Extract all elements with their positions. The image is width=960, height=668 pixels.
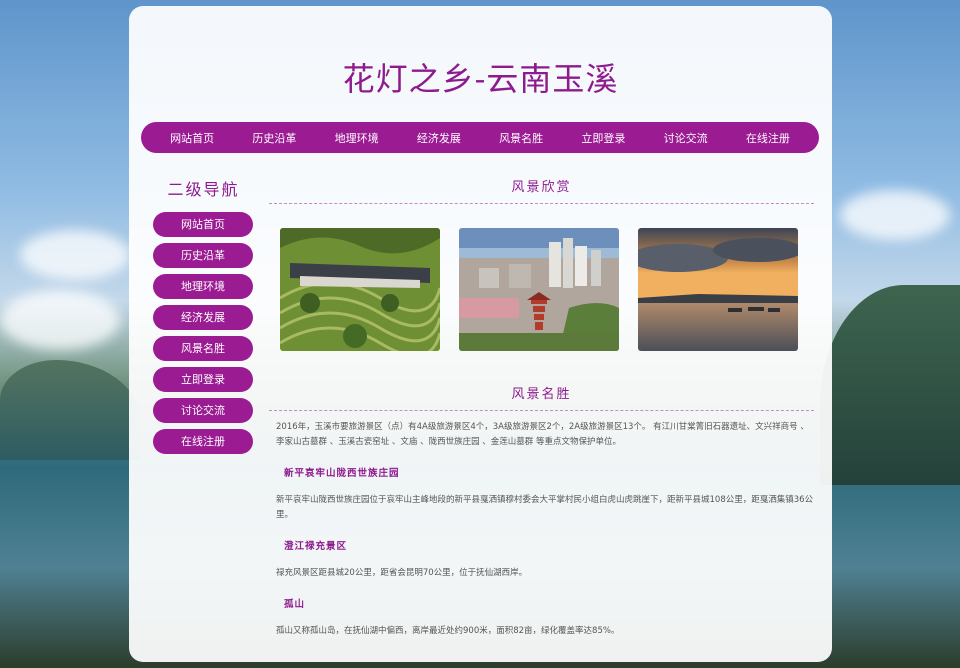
sidebar-item-scenery[interactable]: 风景名胜 [153,336,253,361]
nav-geography[interactable]: 地理环境 [335,130,379,146]
nav-discussion[interactable]: 讨论交流 [664,130,708,146]
main-panel: 花灯之乡-云南玉溪 网站首页 历史沿革 地理环境 经济发展 风景名胜 立即登录 … [129,6,832,662]
nav-login[interactable]: 立即登录 [581,130,625,146]
spot-title: 孤山 [284,599,306,610]
spot-desc: 孤山又称孤山岛，在抚仙湖中偏西，离岸最近处约900米，面积82亩，绿化覆盖率达8… [276,626,620,636]
background-cloud [20,230,130,280]
background-cloud [840,190,950,240]
background-mountain [820,285,960,485]
scenic-content: 2016年，玉溪市要旅游景区（点）有4A级旅游景区4个，3A级旅游景区2个，2A… [276,420,816,655]
sidebar-item-login[interactable]: 立即登录 [153,367,253,392]
sidebar-nav: 网站首页 历史沿革 地理环境 经济发展 风景名胜 立即登录 讨论交流 在线注册 [153,212,253,460]
site-title: 花灯之乡-云南玉溪 [342,60,619,98]
sidebar-item-discussion[interactable]: 讨论交流 [153,398,253,423]
scenic-intro: 2016年，玉溪市要旅游景区（点）有4A级旅游景区4个，3A级旅游景区2个，2A… [276,422,809,447]
nav-economy[interactable]: 经济发展 [417,130,461,146]
sidebar-item-economy[interactable]: 经济发展 [153,305,253,330]
sidebar-item-home[interactable]: 网站首页 [153,212,253,237]
sidebar-title: 二级导航 [167,180,240,199]
sidebar-item-register[interactable]: 在线注册 [153,429,253,454]
nav-history[interactable]: 历史沿革 [252,130,296,146]
tea-terrace-photo[interactable] [280,228,440,351]
background-cloud [0,290,120,350]
city-pagoda-photo[interactable] [459,228,619,351]
sidebar-item-geography[interactable]: 地理环境 [153,274,253,299]
spot-title: 澄江禄充景区 [284,541,348,552]
scenic-heading: 风景名胜 [269,383,814,411]
lake-sunset-photo[interactable] [638,228,798,351]
main-nav: 网站首页 历史沿革 地理环境 经济发展 风景名胜 立即登录 讨论交流 在线注册 [141,122,819,153]
spot-desc: 新平哀牢山陇西世族庄园位于哀牢山主峰地段的新平县戛洒镇穆村委会大平掌村民小组白虎… [276,495,814,520]
nav-home[interactable]: 网站首页 [170,130,214,146]
background-mountain [0,360,140,460]
spot-desc: 禄充风景区距县城20公里，距省会昆明70公里，位于抚仙湖西岸。 [276,568,528,578]
sidebar-item-history[interactable]: 历史沿革 [153,243,253,268]
spot-title: 新平哀牢山陇西世族庄园 [284,468,400,479]
nav-register[interactable]: 在线注册 [746,130,790,146]
nav-scenery[interactable]: 风景名胜 [499,130,543,146]
gallery-heading: 风景欣赏 [269,176,814,204]
